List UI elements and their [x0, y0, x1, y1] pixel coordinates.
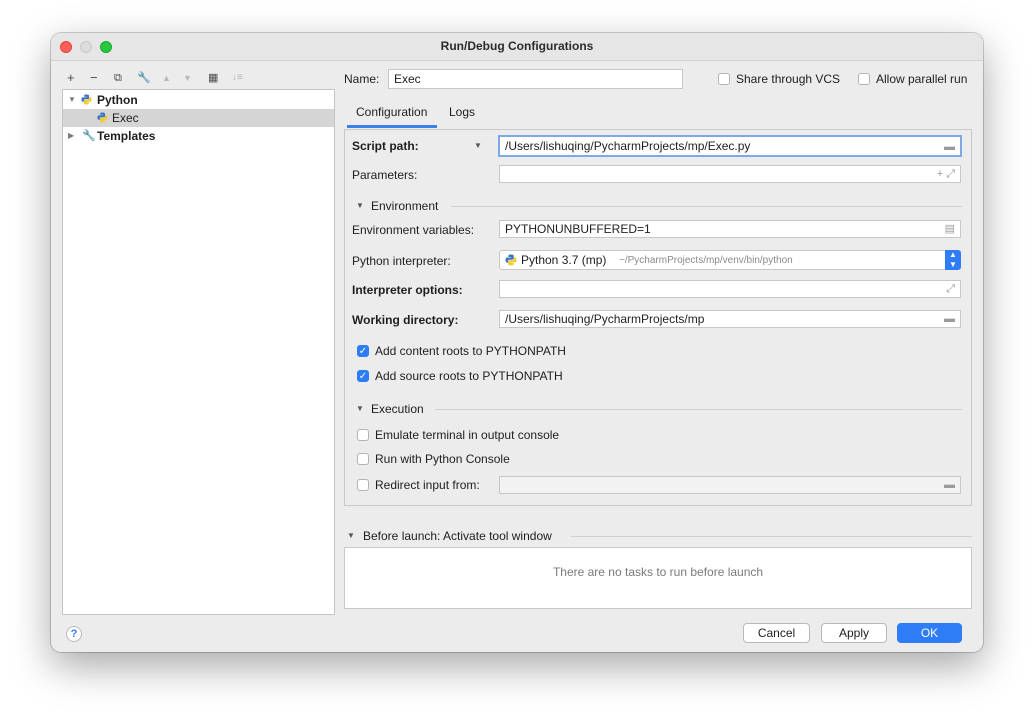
content-roots-checkbox[interactable]: ✓ — [357, 345, 369, 357]
script-path-field[interactable]: /Users/lishuqing/PycharmProjects/mp/Exec… — [498, 135, 962, 157]
apply-button[interactable]: Apply — [821, 623, 887, 643]
title-bar: Run/Debug Configurations — [51, 33, 983, 61]
divider — [451, 206, 962, 207]
tree-item-python[interactable]: ▼ Python — [63, 91, 334, 109]
redirect-input-label: Redirect input from: — [375, 478, 480, 492]
help-button[interactable]: ? — [66, 626, 82, 642]
tree-item-templates-label: Templates — [97, 129, 156, 143]
edit-list-icon[interactable]: ▤ — [945, 221, 955, 237]
divider — [435, 409, 962, 410]
add-expand-icon[interactable]: + ⤢ — [937, 166, 955, 182]
interpreter-name: Python 3.7 (mp) — [521, 253, 607, 267]
tab-logs[interactable]: Logs — [449, 105, 475, 119]
chevron-updown-icon[interactable]: ▲ ▼ — [945, 250, 961, 270]
env-vars-value: PYTHONUNBUFFERED=1 — [505, 222, 651, 236]
folder-browse-icon[interactable]: ▬ — [944, 311, 955, 327]
before-launch-title: Before launch: Activate tool window — [363, 529, 552, 543]
tree-item-exec-label: Exec — [112, 111, 139, 125]
content-roots-label: Add content roots to PYTHONPATH — [375, 344, 566, 358]
environment-section-title: Environment — [371, 199, 439, 213]
collapse-icon[interactable]: ▼ — [347, 531, 355, 540]
parameters-label: Parameters: — [352, 168, 418, 182]
folder-browse-icon[interactable]: ▬ — [944, 138, 955, 156]
python-icon — [505, 254, 517, 266]
tree-item-python-label: Python — [97, 93, 138, 107]
add-icon[interactable]: + — [67, 71, 75, 85]
interpreter-options-label: Interpreter options: — [352, 283, 463, 297]
folder-browse-icon[interactable]: ▬ — [944, 477, 955, 493]
share-vcs-checkbox[interactable] — [718, 73, 730, 85]
interpreter-path: ~/PycharmProjects/mp/venv/bin/python — [619, 255, 793, 266]
expand-icon[interactable]: ▶ — [68, 127, 74, 145]
tree-item-exec[interactable]: Exec — [63, 109, 334, 127]
allow-parallel-label: Allow parallel run — [876, 72, 968, 86]
working-dir-label: Working directory: — [352, 313, 459, 327]
collapse-icon[interactable]: ▼ — [356, 404, 364, 413]
source-roots-label: Add source roots to PYTHONPATH — [375, 369, 563, 383]
python-icon — [97, 112, 108, 123]
tab-configuration[interactable]: Configuration — [356, 105, 427, 119]
interpreter-select[interactable]: Python 3.7 (mp) ~/PycharmProjects/mp/ven… — [499, 250, 961, 270]
source-roots-checkbox[interactable]: ✓ — [357, 370, 369, 382]
sort-icon[interactable]: ↓≡ — [232, 71, 243, 85]
python-console-label: Run with Python Console — [375, 452, 510, 466]
arrow-down-icon[interactable]: ▼ — [183, 71, 192, 85]
script-path-value: /Users/lishuqing/PycharmProjects/mp/Exec… — [505, 139, 751, 153]
working-dir-value: /Users/lishuqing/PycharmProjects/mp — [505, 312, 705, 326]
working-dir-field[interactable]: /Users/lishuqing/PycharmProjects/mp ▬ — [499, 310, 961, 328]
folder-icon[interactable]: ▦ — [208, 71, 218, 85]
copy-icon[interactable]: ⧉ — [114, 71, 122, 85]
before-launch-task-list[interactable]: There are no tasks to run before launch — [344, 547, 972, 609]
ok-button[interactable]: OK — [897, 623, 962, 643]
redirect-input-checkbox[interactable] — [357, 479, 369, 491]
chevron-down-icon[interactable]: ▼ — [474, 141, 482, 150]
tree-item-templates[interactable]: ▶ 🔧 Templates — [63, 127, 334, 145]
wrench-icon[interactable]: 🔧 — [137, 71, 151, 85]
parameters-field[interactable]: + ⤢ — [499, 165, 961, 183]
remove-icon[interactable]: − — [90, 71, 98, 85]
emulate-terminal-label: Emulate terminal in output console — [375, 428, 560, 442]
script-path-label: Script path: — [352, 139, 419, 153]
name-label: Name: — [344, 72, 380, 86]
cancel-button[interactable]: Cancel — [743, 623, 810, 643]
expand-icon[interactable]: ⤢ — [946, 281, 955, 297]
python-icon — [81, 94, 92, 105]
execution-section-title: Execution — [371, 402, 424, 416]
window-title: Run/Debug Configurations — [440, 39, 594, 53]
share-vcs-label: Share through VCS — [736, 72, 841, 86]
env-vars-label: Environment variables: — [352, 223, 475, 237]
python-console-checkbox[interactable] — [357, 453, 369, 465]
collapse-icon[interactable]: ▼ — [356, 201, 364, 210]
wrench-icon: 🔧 — [82, 130, 96, 142]
interpreter-options-field[interactable]: ⤢ — [499, 280, 961, 298]
interpreter-label: Python interpreter: — [352, 254, 451, 268]
run-debug-dialog: Run/Debug Configurations + − ⧉ 🔧 ▲ ▼ ▦ ↓… — [51, 33, 983, 652]
divider — [571, 536, 972, 537]
expand-icon[interactable]: ▼ — [68, 91, 76, 109]
name-field[interactable]: Exec — [388, 69, 683, 89]
active-tab-indicator — [347, 125, 437, 128]
allow-parallel-checkbox[interactable] — [858, 73, 870, 85]
arrow-up-icon[interactable]: ▲ — [162, 71, 171, 85]
env-vars-field[interactable]: PYTHONUNBUFFERED=1 ▤ — [499, 220, 961, 238]
emulate-terminal-checkbox[interactable] — [357, 429, 369, 441]
configuration-tree[interactable]: ▼ Python Exec ▶ 🔧 Templates — [62, 89, 335, 615]
redirect-input-field[interactable]: ▬ — [499, 476, 961, 494]
before-launch-empty-text: There are no tasks to run before launch — [552, 565, 764, 579]
